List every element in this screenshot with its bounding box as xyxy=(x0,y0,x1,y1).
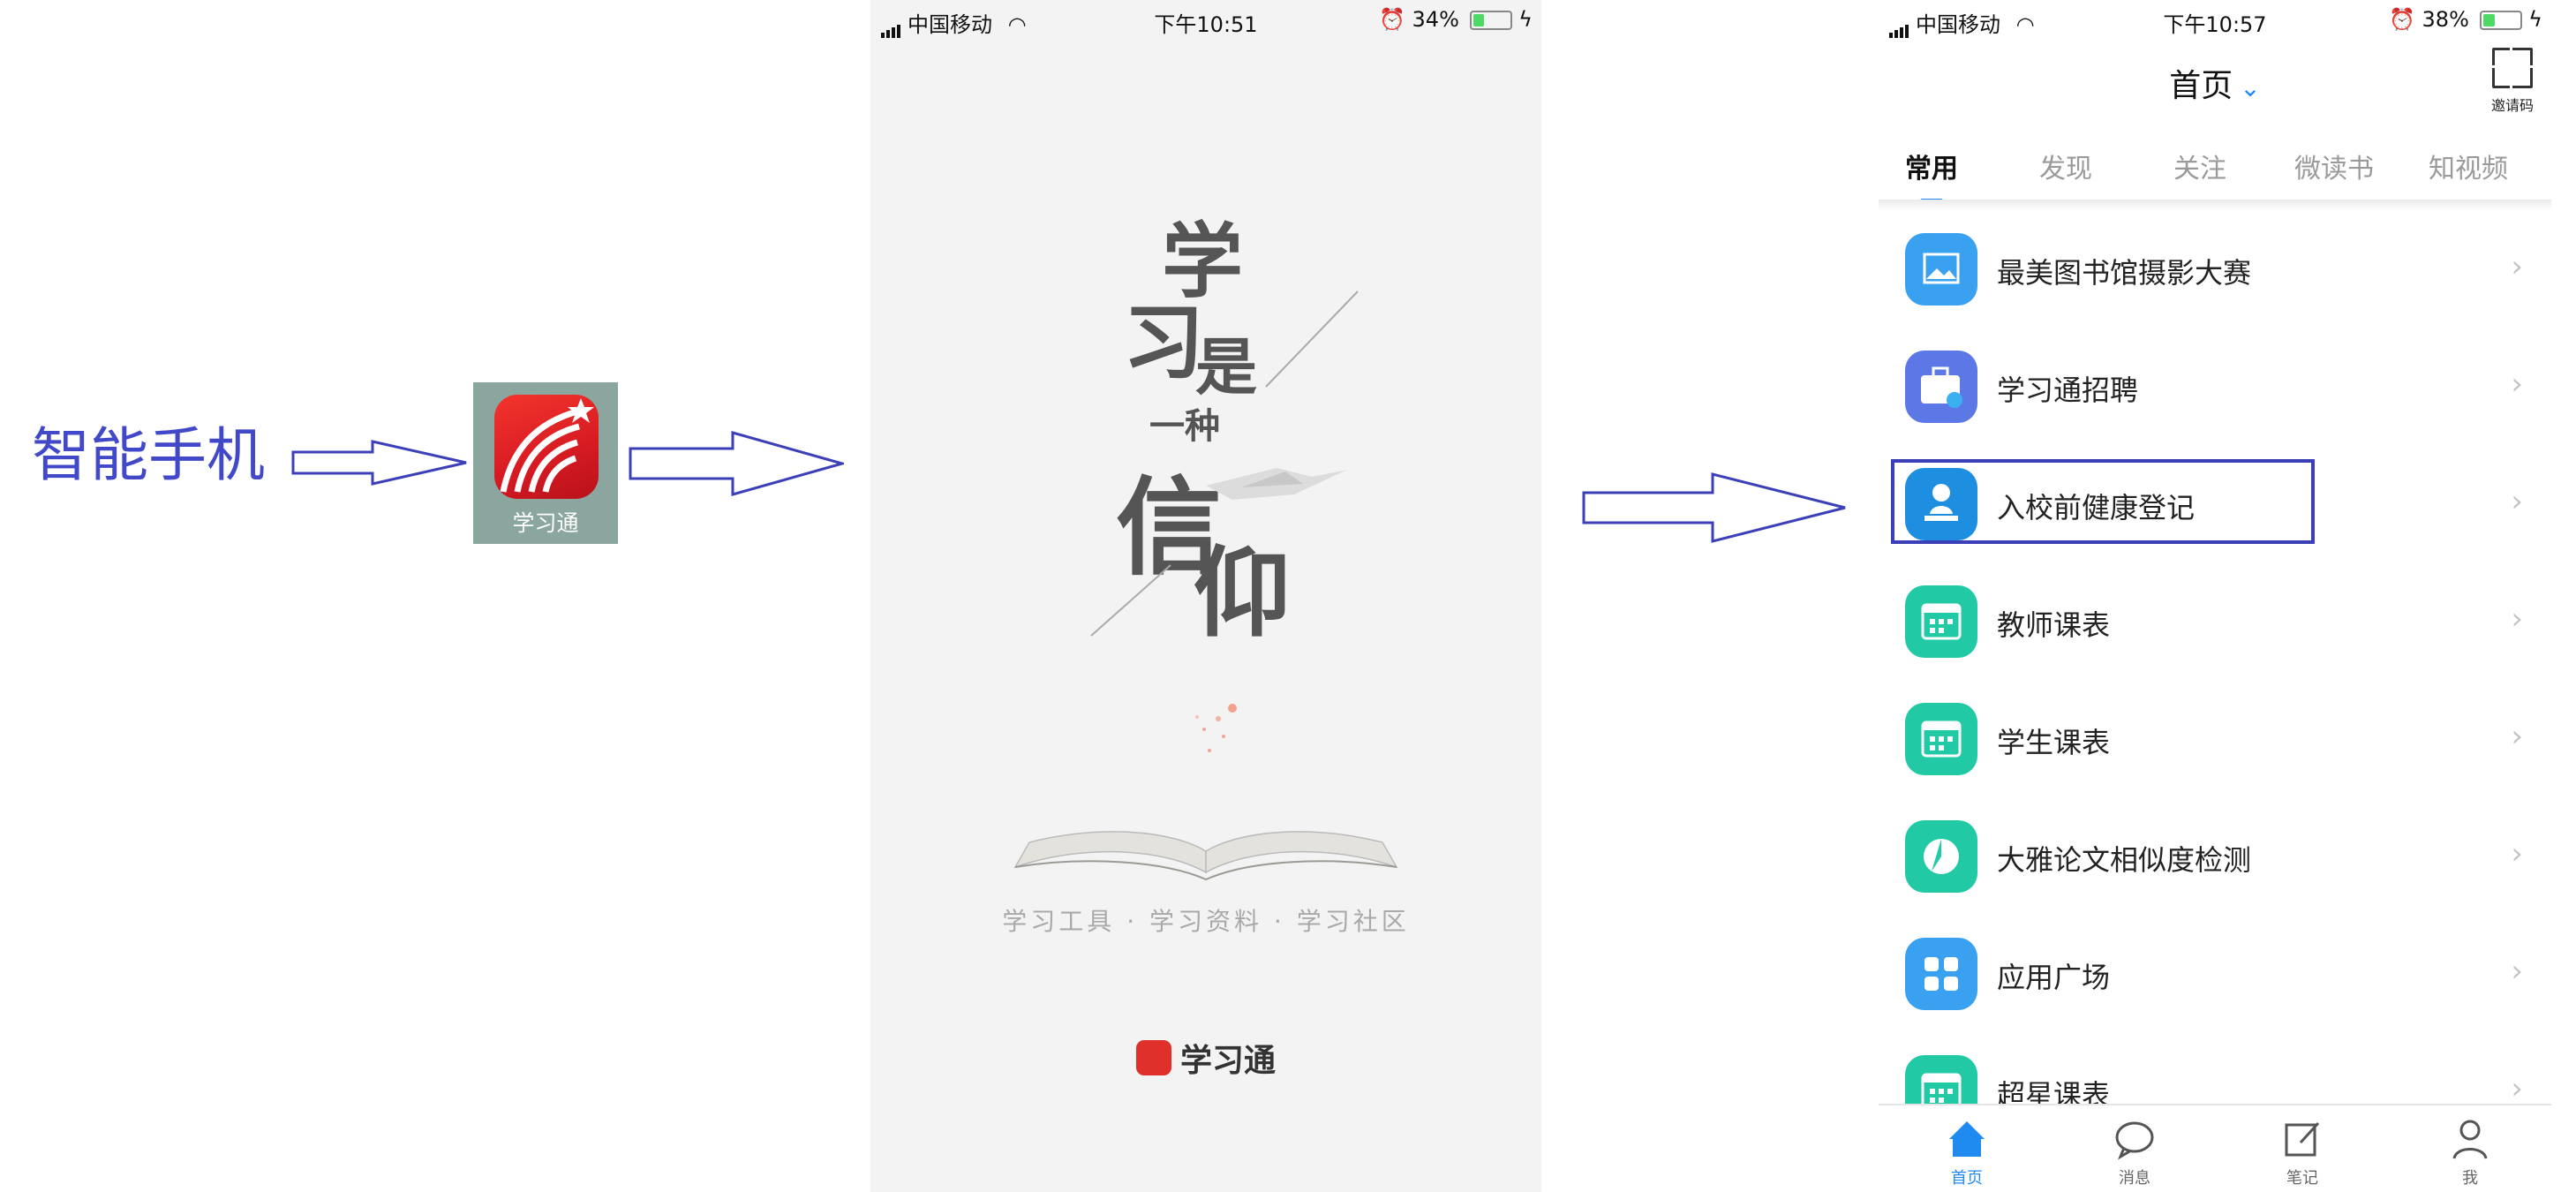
photo-icon xyxy=(1905,233,1977,306)
alarm-icon: ⏰ xyxy=(2389,7,2415,32)
chevron-right-icon: › xyxy=(2511,954,2523,989)
tab-follow[interactable]: 关注 xyxy=(2147,147,2253,185)
battery-percent: 34% xyxy=(1412,7,1459,32)
splash-brand: 学习通 xyxy=(870,1035,1541,1081)
grid-icon xyxy=(1905,938,1977,1010)
alarm-icon: ⏰ xyxy=(1379,7,1405,32)
home-icon xyxy=(1949,1121,1985,1157)
app-logo-icon xyxy=(1135,1040,1171,1075)
battery-icon xyxy=(2479,11,2522,30)
page-title-dropdown[interactable]: 首页 ⌄ xyxy=(1879,60,2551,106)
list-item[interactable]: 最美图书馆摄影大赛 › xyxy=(1879,212,2551,329)
app-icon[interactable]: 学习通 xyxy=(473,382,618,544)
sparkle-icon xyxy=(1195,704,1237,752)
nav-label: 笔记 xyxy=(2286,1169,2318,1188)
pie-icon xyxy=(1905,820,1977,893)
decor-lines-icon xyxy=(1090,290,1359,637)
list-item-label: 大雅论文相似度检测 xyxy=(1997,843,2252,877)
page-title: 首页 xyxy=(2169,68,2233,104)
app-logo-icon xyxy=(494,395,599,499)
chevron-right-icon: › xyxy=(2511,601,2523,637)
list-item-label: 学生课表 xyxy=(1997,726,2111,759)
list-item[interactable]: 学生课表 › xyxy=(1879,682,2551,799)
chevron-right-icon: › xyxy=(2511,836,2523,871)
nav-me[interactable]: 我 xyxy=(2426,1116,2514,1188)
app-icon-label: 学习通 xyxy=(512,510,579,536)
status-bar: 中国移动 ◠ 下午10:51 ⏰ 34% ϟ xyxy=(870,0,1541,39)
charging-icon: ϟ xyxy=(2528,7,2542,32)
chevron-right-icon: › xyxy=(2511,1071,2523,1106)
tab-common[interactable]: 常用 xyxy=(1879,147,1985,203)
arrow-right-icon xyxy=(1582,472,1847,544)
list-item[interactable]: 应用广场 › xyxy=(1879,917,2551,1034)
splash-tagline: 学习工具 · 学习资料 · 学习社区 xyxy=(1002,907,1410,936)
splash-screen: 中国移动 ◠ 下午10:51 ⏰ 34% ϟ 学 习 是 一种 信 仰 学习工具… xyxy=(870,0,1541,1192)
charging-icon: ϟ xyxy=(1518,7,1533,32)
divider xyxy=(1879,200,2551,210)
nav-home[interactable]: 首页 xyxy=(1923,1116,2011,1188)
note-edit-icon xyxy=(2285,1121,2320,1157)
brand-name: 学习通 xyxy=(1179,1043,1276,1079)
battery-percent: 38% xyxy=(2422,7,2469,32)
open-book-icon xyxy=(1013,831,1398,881)
home-screen: 中国移动 ◠ 下午10:57 ⏰ 38% ϟ 首页 ⌄ 邀请码 常用 发现 关注 … xyxy=(1879,0,2551,1192)
tab-micro-reading[interactable]: 微读书 xyxy=(2281,147,2387,185)
user-icon xyxy=(2452,1120,2488,1159)
chat-bubble-icon xyxy=(2115,1121,2154,1160)
briefcase-icon xyxy=(1905,351,1977,423)
list-item-label: 应用广场 xyxy=(1997,961,2111,994)
calendar-icon xyxy=(1905,585,1977,658)
list-item-label: 最美图书馆摄影大赛 xyxy=(1997,256,2252,290)
chevron-right-icon: › xyxy=(2511,719,2523,754)
list-item[interactable]: 大雅论文相似度检测 › xyxy=(1879,799,2551,917)
bottom-nav: 首页 消息 笔记 我 xyxy=(1879,1104,2551,1192)
list-item[interactable]: 学习通招聘 › xyxy=(1879,329,2551,447)
nav-notes[interactable]: 笔记 xyxy=(2258,1116,2346,1188)
battery-icon xyxy=(1469,11,1512,30)
highlight-box xyxy=(1891,459,2315,544)
list-item-label: 教师课表 xyxy=(1997,608,2111,642)
nav-label: 消息 xyxy=(2119,1169,2150,1188)
nav-messages[interactable]: 消息 xyxy=(2090,1116,2179,1188)
chevron-right-icon: › xyxy=(2511,484,2523,519)
list-item[interactable]: 教师课表 › xyxy=(1879,564,2551,682)
scan-icon xyxy=(2489,45,2535,91)
tab-bar: 常用 发现 关注 微读书 知视频 xyxy=(1879,140,2551,203)
chevron-right-icon: › xyxy=(2511,366,2523,402)
chevron-down-icon: ⌄ xyxy=(2240,73,2261,102)
invite-code-button[interactable]: 邀请码 xyxy=(2486,45,2539,115)
nav-label: 首页 xyxy=(1951,1169,1983,1188)
invite-code-label: 邀请码 xyxy=(2490,97,2534,114)
tab-knowledge-video[interactable]: 知视频 xyxy=(2415,147,2521,185)
tab-discover[interactable]: 发现 xyxy=(2013,147,2119,185)
phone-label: 智能手机 xyxy=(32,421,265,489)
chevron-right-icon: › xyxy=(2511,249,2523,284)
arrow-right-icon xyxy=(291,440,468,486)
nav-label: 我 xyxy=(2462,1169,2478,1188)
status-bar: 中国移动 ◠ 下午10:57 ⏰ 38% ϟ xyxy=(1879,0,2551,39)
list-item-label: 学习通招聘 xyxy=(1997,373,2139,407)
arrow-right-icon xyxy=(629,431,844,496)
calendar-icon xyxy=(1905,703,1977,775)
